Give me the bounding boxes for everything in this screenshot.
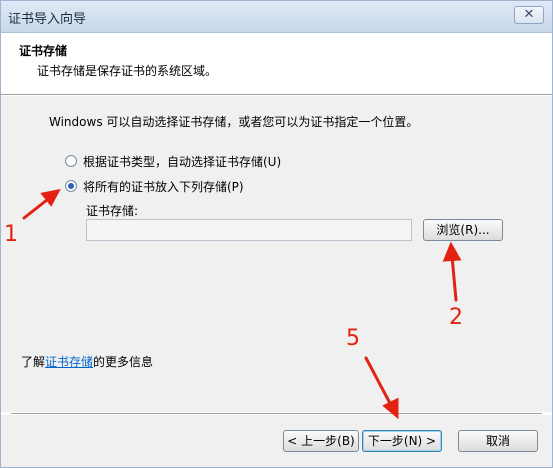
- annotation-arrows: [22, 188, 462, 420]
- arrow-5-shaft: [364, 356, 394, 409]
- arrow-2-shaft: [450, 254, 458, 302]
- annotation-step-1: 1: [4, 222, 18, 247]
- arrow-5-head: [382, 397, 399, 420]
- arrow-2-head: [442, 241, 462, 262]
- annotation-step-2: 2: [449, 305, 463, 330]
- annotation-step-5: 5: [346, 326, 360, 351]
